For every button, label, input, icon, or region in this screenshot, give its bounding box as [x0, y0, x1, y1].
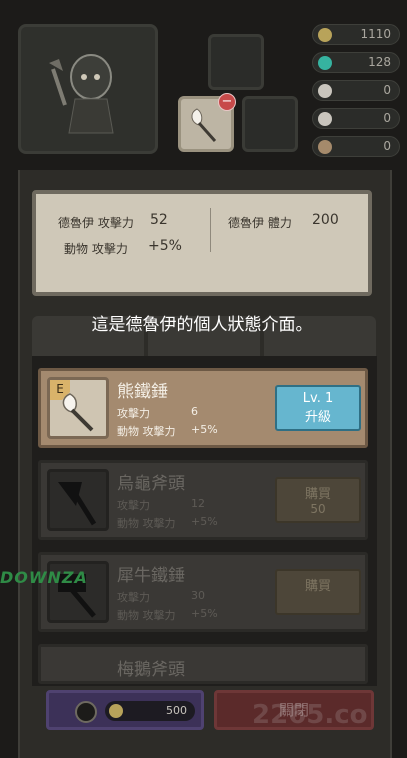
buy-label: 購買 — [304, 487, 331, 502]
stats-divider — [210, 208, 211, 252]
item-animal-value: +5% — [191, 423, 218, 436]
resource-fang: 0 — [312, 108, 400, 129]
item-animal-value: +5% — [191, 515, 218, 528]
gold-value: 1110 — [360, 27, 391, 41]
item-attack-value: 6 — [191, 405, 198, 418]
unequip-minus-icon[interactable]: − — [218, 93, 236, 111]
buy-label: 購買 — [304, 579, 331, 594]
gem-icon — [318, 56, 332, 70]
gold-coin-icon — [109, 704, 123, 718]
item-animal-label: 動物 攻擊力 — [117, 517, 176, 530]
resource-leaf: 0 — [312, 136, 400, 157]
fang-value: 0 — [383, 111, 391, 125]
list-item[interactable]: 犀牛鐵錘 攻擊力 30 動物 攻擊力 +5% 購買 — [38, 552, 368, 632]
item-attack-label: 攻擊力 — [117, 407, 150, 420]
bear-hammer-icon — [62, 393, 94, 432]
bone-value: 0 — [383, 83, 391, 97]
bone-icon — [318, 84, 332, 98]
resource-gem: 128 — [312, 52, 400, 73]
list-item[interactable]: 烏龜斧頭 攻擊力 12 動物 攻擊力 +5% 購買 50 — [38, 460, 368, 540]
item-name: 熊鐵錘 — [117, 382, 168, 402]
item-attack-label: 攻擊力 — [117, 591, 150, 604]
equipment-slot-empty[interactable] — [208, 34, 264, 90]
druid-hp-value: 200 — [312, 212, 339, 228]
druid-portrait — [18, 24, 158, 154]
item-animal-label: 動物 攻擊力 — [117, 425, 176, 438]
upgrade-button[interactable]: Lv. 1 升級 — [275, 385, 361, 431]
coin-amount: 500 — [166, 704, 187, 717]
leaf-value: 0 — [383, 139, 391, 153]
upgrade-level: Lv. 1 — [302, 391, 334, 406]
list-item[interactable]: 梅鵝斧頭 — [38, 644, 368, 684]
item-attack-value: 12 — [191, 497, 205, 510]
druid-attack-label: 德魯伊 攻擊力 — [58, 216, 134, 230]
item-animal-label: 動物 攻擊力 — [117, 609, 176, 622]
item-name: 烏龜斧頭 — [117, 474, 185, 494]
list-item[interactable]: E 熊鐵錘 攻擊力 6 動物 攻擊力 +5% Lv. 1 升級 — [38, 368, 368, 448]
turtle-axe-icon — [58, 482, 97, 526]
cauldron-icon — [75, 701, 97, 723]
equipment-slot-empty-2[interactable] — [242, 96, 298, 152]
druid-avatar-icon — [49, 54, 114, 134]
druid-hp-label: 德魯伊 體力 — [228, 216, 292, 230]
item-animal-value: +5% — [191, 607, 218, 620]
watermark-left: DOWNZA — [0, 568, 88, 587]
tutorial-text: 這是德魯伊的個人狀態介面。 — [91, 315, 313, 335]
upgrade-label: 升級 — [304, 410, 331, 425]
item-thumbnail — [47, 469, 109, 531]
coin-counter-panel: 500 — [46, 690, 204, 730]
druid-attack-value: 52 — [150, 212, 168, 228]
item-attack-value: 30 — [191, 589, 205, 602]
resource-bone: 0 — [312, 80, 400, 101]
resource-gold: 1110 — [312, 24, 400, 45]
watermark-right: 2265.co — [252, 700, 368, 730]
stats-panel: 德魯伊 攻擊力 52 德魯伊 體力 200 動物 攻擊力 +5% — [32, 190, 372, 296]
animal-attack-label: 動物 攻擊力 — [64, 242, 128, 256]
buy-price: 50 — [310, 502, 326, 516]
buy-button[interactable]: 購買 — [275, 569, 361, 615]
coin-pill: 500 — [105, 701, 195, 721]
fang-icon — [318, 112, 332, 126]
item-attack-label: 攻擊力 — [117, 499, 150, 512]
gold-coin-icon — [318, 28, 332, 42]
item-name: 犀牛鐵錘 — [117, 566, 185, 586]
item-thumbnail: E — [47, 377, 109, 439]
gem-value: 128 — [368, 55, 391, 69]
buy-button[interactable]: 購買 50 — [275, 477, 361, 523]
item-name: 梅鵝斧頭 — [117, 660, 185, 680]
animal-attack-value: +5% — [148, 238, 182, 254]
leaf-icon — [318, 140, 332, 154]
